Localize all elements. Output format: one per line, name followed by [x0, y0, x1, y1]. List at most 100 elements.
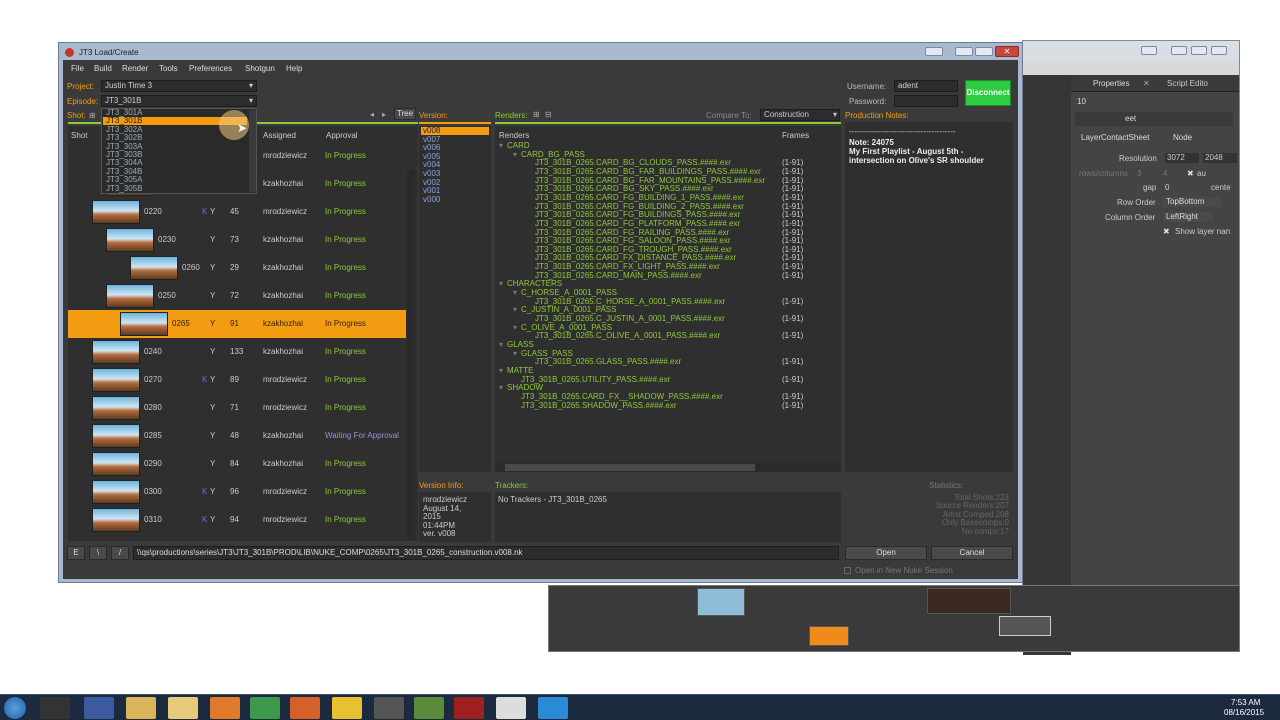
- resolution-height-field[interactable]: 2048: [1203, 153, 1237, 163]
- password-field[interactable]: [894, 95, 958, 107]
- version-item[interactable]: v000: [421, 195, 489, 204]
- collapse-arrow-icon[interactable]: ▾: [513, 349, 517, 358]
- header-renders[interactable]: Renders: [499, 132, 529, 140]
- shot-row[interactable]: 0250 Y 72 kzakhozhai In Progress: [68, 282, 406, 310]
- version-item[interactable]: v001: [421, 187, 489, 195]
- nuke-icon[interactable]: [332, 697, 362, 719]
- chrome-icon[interactable]: [250, 697, 280, 719]
- collapse-arrow-icon[interactable]: ▾: [499, 142, 503, 150]
- collapse-arrow-icon[interactable]: ▾: [499, 280, 503, 288]
- minimize-icon[interactable]: [1141, 46, 1157, 55]
- project-dropdown[interactable]: Justin Time 3 ▾: [101, 80, 257, 92]
- center-checkbox[interactable]: cente: [1211, 184, 1231, 192]
- auto-checkbox[interactable]: ✖: [1187, 170, 1194, 178]
- close-icon[interactable]: ✕: [1143, 80, 1150, 88]
- menu-shotgun[interactable]: Shotgun: [245, 65, 275, 73]
- renders-hscrollbar[interactable]: [495, 463, 841, 472]
- episode-dropdown[interactable]: JT3_301B ▾: [101, 95, 257, 107]
- tab-properties[interactable]: Properties: [1093, 80, 1129, 88]
- collapse-arrow-icon[interactable]: ▾: [513, 323, 517, 332]
- tree-button[interactable]: Tree: [394, 108, 416, 120]
- start-button[interactable]: [4, 697, 26, 719]
- node-graph[interactable]: [548, 585, 1240, 652]
- add-icon[interactable]: ⊞: [89, 112, 96, 120]
- menu-help[interactable]: Help: [286, 65, 302, 73]
- prev-arrow-icon[interactable]: ◂: [370, 111, 374, 119]
- episode-option[interactable]: JT3_305A: [103, 176, 247, 184]
- restore-icon[interactable]: [925, 47, 943, 56]
- collapse-arrow-icon[interactable]: ▾: [499, 366, 503, 375]
- next-arrow-icon[interactable]: ▸: [382, 111, 386, 119]
- render-file[interactable]: JT3_301B_0265.C_OLIVE_A_0001_PASS.####.e…: [535, 332, 720, 340]
- pen-icon[interactable]: [374, 697, 404, 719]
- render-file[interactable]: JT3_301B_0265.CARD_FX_LIGHT_PASS.####.ex…: [535, 263, 720, 271]
- scroll-thumb[interactable]: [505, 464, 755, 471]
- app-red-icon[interactable]: [454, 697, 484, 719]
- render-file[interactable]: JT3_301B_0265.CARD_FG_PLATFORM_PASS.####…: [535, 219, 740, 228]
- notepad-icon[interactable]: [414, 697, 444, 719]
- folder-icon[interactable]: [126, 697, 156, 719]
- node-viewer[interactable]: [999, 616, 1051, 636]
- shot-row[interactable]: 0220 K Y 45 mrodziewicz In Progress: [68, 198, 406, 226]
- new-session-checkbox[interactable]: [844, 567, 851, 574]
- menu-render[interactable]: Render: [122, 65, 148, 73]
- shot-row[interactable]: 0240 Y 133 kzakhozhai In Progress: [68, 338, 406, 366]
- node-name-field[interactable]: eet: [1125, 115, 1136, 123]
- close-icon[interactable]: [1211, 46, 1227, 55]
- collapse-icon[interactable]: ⊟: [545, 111, 552, 119]
- render-folder[interactable]: MATTE: [507, 366, 534, 375]
- path-slash-button[interactable]: /: [111, 546, 129, 560]
- render-file[interactable]: JT3_301B_0265.CARD_BG_FAR_BUILDINGS_PASS…: [535, 167, 761, 176]
- row-order-dropdown[interactable]: TopBottom: [1163, 197, 1221, 207]
- files-icon[interactable]: [168, 697, 198, 719]
- tab-node[interactable]: Node: [1173, 134, 1192, 142]
- shot-row[interactable]: 0280 Y 71 mrodziewicz In Progress: [68, 394, 406, 422]
- window-icon[interactable]: [496, 697, 526, 719]
- render-folder[interactable]: SHADOW: [507, 384, 543, 392]
- episode-option[interactable]: JT3_305B: [103, 184, 247, 193]
- minimize-icon[interactable]: [955, 47, 973, 56]
- render-file[interactable]: JT3_301B_0265.UTILITY_PASS.####.exr: [521, 375, 670, 384]
- menu-build[interactable]: Build: [94, 65, 112, 73]
- dropdown-scrollbar[interactable]: [249, 110, 256, 192]
- gap-field[interactable]: 0: [1165, 184, 1169, 192]
- path-field[interactable]: \\qs\productions\series\JT3\JT3_301B\PRO…: [133, 546, 839, 560]
- render-file[interactable]: JT3_301B_0265.CARD_FG_BUILDING_1_PASS.##…: [535, 193, 744, 202]
- firefox-icon[interactable]: [290, 697, 320, 719]
- open-button[interactable]: Open: [845, 546, 927, 560]
- rows-field[interactable]: 3: [1137, 170, 1141, 178]
- render-file[interactable]: JT3_301B_0265.CARD_FG_BUILDINGS_PASS.###…: [535, 211, 740, 219]
- expand-icon[interactable]: ⊞: [533, 111, 540, 119]
- header-assigned[interactable]: Assigned: [263, 132, 296, 140]
- version-item[interactable]: v006: [421, 144, 489, 152]
- compare-to-dropdown[interactable]: Construction ▾: [760, 109, 840, 121]
- header-shot[interactable]: Shot: [71, 132, 87, 140]
- skype-icon[interactable]: [538, 697, 568, 719]
- tab-script-editor[interactable]: Script Edito: [1167, 80, 1208, 88]
- path-e-button[interactable]: E: [67, 546, 85, 560]
- collapse-arrow-icon[interactable]: ▾: [513, 150, 517, 159]
- menu-file[interactable]: File: [71, 65, 84, 73]
- clock-time[interactable]: 7:53 AM: [1231, 699, 1260, 707]
- collapse-arrow-icon[interactable]: ▾: [513, 306, 517, 314]
- resolution-width-field[interactable]: 3072: [1165, 153, 1199, 163]
- render-file[interactable]: JT3_301B_0265.GLASS_PASS.####.exr: [535, 358, 681, 366]
- path-backslash-button[interactable]: \: [89, 546, 107, 560]
- render-folder[interactable]: GLASS: [507, 340, 534, 349]
- shot-row[interactable]: 0230 Y 73 kzakhozhai In Progress: [68, 226, 406, 254]
- network-icon[interactable]: [84, 697, 114, 719]
- menu-tools[interactable]: Tools: [159, 65, 178, 73]
- version-item[interactable]: v008: [421, 127, 489, 135]
- maximize-icon[interactable]: [1191, 46, 1207, 55]
- render-folder[interactable]: CARD: [507, 142, 530, 150]
- collapse-arrow-icon[interactable]: ▾: [513, 289, 517, 297]
- minimize-icon[interactable]: [1171, 46, 1187, 55]
- username-field[interactable]: adent: [894, 80, 958, 92]
- collapse-arrow-icon[interactable]: ▾: [499, 384, 503, 392]
- node-read[interactable]: [697, 588, 745, 616]
- vlc-icon[interactable]: [210, 697, 240, 719]
- render-file[interactable]: JT3_301B_0265.CARD_FG_SALOON_PASS.####.e…: [535, 237, 731, 245]
- shot-row[interactable]: 0270 K Y 89 mrodziewicz In Progress: [68, 366, 406, 394]
- shot-row[interactable]: 0310 K Y 94 mrodziewicz In Progress: [68, 506, 406, 534]
- tab-layercontactsheet[interactable]: LayerContactSheet: [1081, 134, 1150, 142]
